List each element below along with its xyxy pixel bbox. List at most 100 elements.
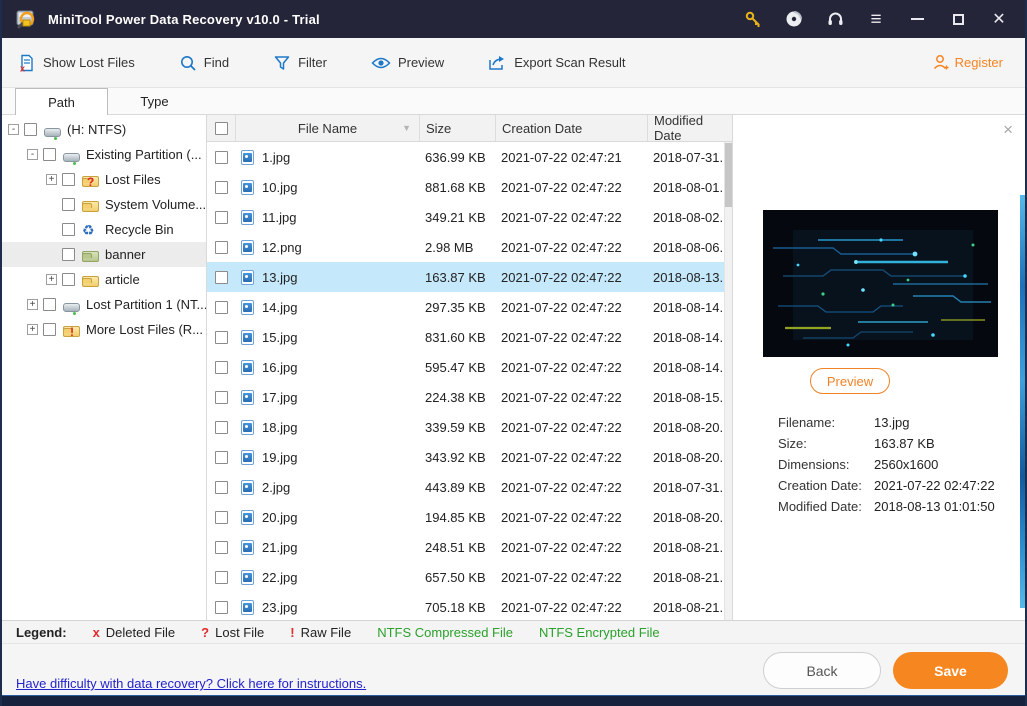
table-row[interactable]: 12.png 2.98 MB 2021-07-22 02:47:22 2018-…: [207, 232, 732, 262]
tab-type[interactable]: Type: [108, 88, 201, 115]
row-checkbox[interactable]: [214, 540, 228, 554]
row-checkbox[interactable]: [214, 270, 228, 284]
table-row[interactable]: 15.jpg 831.60 KB 2021-07-22 02:47:22 201…: [207, 322, 732, 352]
register-button[interactable]: Register: [932, 54, 1003, 71]
legend-bar: Legend: x Deleted File ? Lost File ! Raw…: [2, 620, 1025, 644]
column-header-modified-date[interactable]: Modified Date: [647, 113, 732, 143]
back-button[interactable]: Back: [763, 652, 881, 689]
row-checkbox[interactable]: [214, 240, 228, 254]
minimize-button[interactable]: [903, 5, 931, 33]
find-button[interactable]: Find: [179, 54, 229, 72]
select-all-checkbox[interactable]: [214, 121, 228, 135]
help-link[interactable]: Have difficulty with data recovery? Clic…: [16, 676, 366, 691]
tree-item[interactable]: banner: [2, 242, 206, 267]
title-bar: MiniTool Power Data Recovery v10.0 - Tri…: [2, 0, 1025, 38]
row-checkbox[interactable]: [214, 330, 228, 344]
close-button[interactable]: ✕: [985, 5, 1013, 33]
tree-item-label: (H: NTFS): [67, 122, 127, 137]
show-lost-files-button[interactable]: x Show Lost Files: [18, 54, 135, 72]
tree-checkbox[interactable]: [24, 123, 37, 136]
file-name: 17.jpg: [262, 389, 298, 405]
table-body: 1.jpg 636.99 KB 2021-07-22 02:47:21 2018…: [207, 142, 732, 620]
tree-item[interactable]: + More Lost Files (R...: [2, 317, 206, 342]
support-headset-icon[interactable]: [821, 5, 849, 33]
table-row[interactable]: 2.jpg 443.89 KB 2021-07-22 02:47:22 2018…: [207, 472, 732, 502]
tree-checkbox[interactable]: [62, 223, 75, 236]
tree-expander-icon[interactable]: +: [46, 174, 57, 185]
row-checkbox[interactable]: [214, 300, 228, 314]
tree-checkbox[interactable]: [62, 273, 75, 286]
table-row[interactable]: 13.jpg 163.87 KB 2021-07-22 02:47:22 201…: [207, 262, 732, 292]
row-checkbox[interactable]: [214, 600, 228, 614]
column-header-file-name[interactable]: File Name ▼: [235, 115, 419, 141]
table-row[interactable]: 21.jpg 248.51 KB 2021-07-22 02:47:22 201…: [207, 532, 732, 562]
table-row[interactable]: 18.jpg 339.59 KB 2021-07-22 02:47:22 201…: [207, 412, 732, 442]
table-row[interactable]: 10.jpg 881.68 KB 2021-07-22 02:47:22 201…: [207, 172, 732, 202]
legend-mark-icon: ?: [201, 624, 210, 640]
detail-row: Filename: 13.jpg: [778, 412, 1017, 433]
table-row[interactable]: 16.jpg 595.47 KB 2021-07-22 02:47:22 201…: [207, 352, 732, 382]
export-scan-result-button[interactable]: Export Scan Result: [488, 54, 625, 72]
tree-checkbox[interactable]: [43, 298, 56, 311]
tree-item[interactable]: + article: [2, 267, 206, 292]
preview-toolbar-button[interactable]: Preview: [371, 55, 444, 71]
tree-expander-icon[interactable]: +: [46, 274, 57, 285]
table-row[interactable]: 14.jpg 297.35 KB 2021-07-22 02:47:22 201…: [207, 292, 732, 322]
tree-item[interactable]: + Lost Files: [2, 167, 206, 192]
file-modified-date: 2018-08-21...: [653, 569, 731, 585]
tree-checkbox[interactable]: [62, 198, 75, 211]
row-checkbox[interactable]: [214, 210, 228, 224]
table-row[interactable]: 23.jpg 705.18 KB 2021-07-22 02:47:22 201…: [207, 592, 732, 620]
table-scrollbar[interactable]: [724, 142, 732, 620]
tree-expander-icon[interactable]: +: [27, 324, 38, 335]
table-row[interactable]: 22.jpg 657.50 KB 2021-07-22 02:47:22 201…: [207, 562, 732, 592]
save-button[interactable]: Save: [893, 652, 1008, 689]
row-checkbox[interactable]: [214, 570, 228, 584]
file-name: 20.jpg: [262, 509, 298, 525]
file-name: 22.jpg: [262, 569, 298, 585]
preview-button[interactable]: Preview: [810, 368, 890, 394]
tree-checkbox[interactable]: [62, 248, 75, 261]
menu-icon[interactable]: ≡: [862, 5, 890, 33]
row-checkbox[interactable]: [214, 180, 228, 194]
file-size: 705.18 KB: [425, 599, 486, 615]
tree-checkbox[interactable]: [62, 173, 75, 186]
tree-item[interactable]: System Volume...: [2, 192, 206, 217]
filter-button[interactable]: Filter: [273, 54, 327, 72]
row-checkbox[interactable]: [214, 450, 228, 464]
tree-item[interactable]: + Lost Partition 1 (NT...: [2, 292, 206, 317]
preview-close-icon[interactable]: ×: [1003, 121, 1013, 138]
bootable-media-icon[interactable]: [780, 5, 808, 33]
tree-expander-icon[interactable]: -: [27, 149, 38, 160]
maximize-button[interactable]: [944, 5, 972, 33]
row-checkbox[interactable]: [214, 420, 228, 434]
tree-expander-icon[interactable]: -: [8, 124, 19, 135]
tree-checkbox[interactable]: [43, 148, 56, 161]
tree-item[interactable]: Recycle Bin: [2, 217, 206, 242]
column-header-creation-date[interactable]: Creation Date: [495, 115, 647, 141]
file-name: 16.jpg: [262, 359, 298, 375]
table-row[interactable]: 11.jpg 349.21 KB 2021-07-22 02:47:22 201…: [207, 202, 732, 232]
tree-item[interactable]: - Existing Partition (...: [2, 142, 206, 167]
row-checkbox[interactable]: [214, 510, 228, 524]
license-key-icon[interactable]: [739, 5, 767, 33]
tree-checkbox[interactable]: [43, 323, 56, 336]
row-checkbox[interactable]: [214, 480, 228, 494]
table-row[interactable]: 20.jpg 194.85 KB 2021-07-22 02:47:22 201…: [207, 502, 732, 532]
table-row[interactable]: 1.jpg 636.99 KB 2021-07-22 02:47:21 2018…: [207, 142, 732, 172]
row-checkbox[interactable]: [214, 390, 228, 404]
table-row[interactable]: 17.jpg 224.38 KB 2021-07-22 02:47:22 201…: [207, 382, 732, 412]
sort-desc-icon[interactable]: ▼: [402, 123, 411, 133]
detail-label: Creation Date:: [778, 478, 862, 493]
image-file-icon: [241, 449, 254, 465]
column-header-size[interactable]: Size: [419, 115, 495, 141]
row-checkbox[interactable]: [214, 150, 228, 164]
tree-item-icon: [63, 325, 80, 339]
file-size: 595.47 KB: [425, 359, 486, 375]
table-scrollbar-thumb[interactable]: [725, 143, 732, 207]
tree-expander-icon[interactable]: +: [27, 299, 38, 310]
table-row[interactable]: 19.jpg 343.92 KB 2021-07-22 02:47:22 201…: [207, 442, 732, 472]
tab-path[interactable]: Path: [15, 88, 108, 115]
tree-item[interactable]: - (H: NTFS): [2, 117, 206, 142]
row-checkbox[interactable]: [214, 360, 228, 374]
